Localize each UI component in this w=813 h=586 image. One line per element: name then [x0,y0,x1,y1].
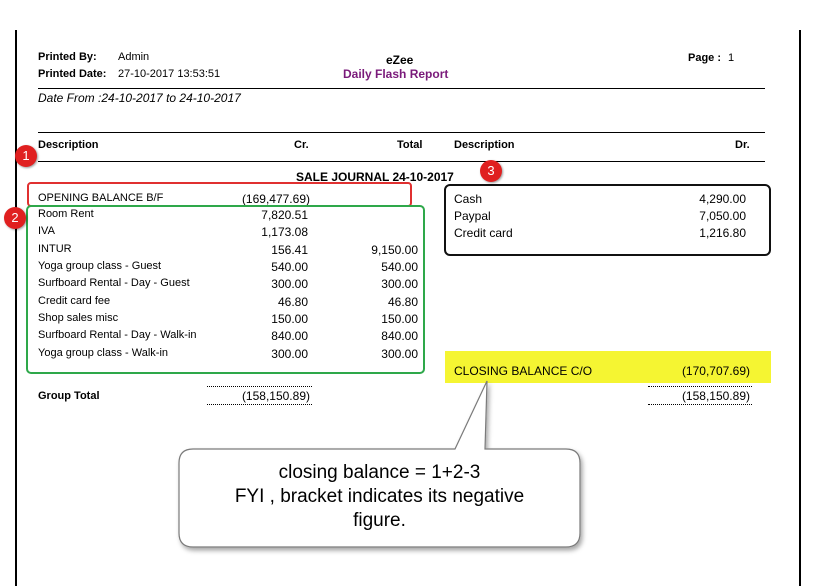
callout-line-1: closing balance = 1+2-3 [278,462,481,483]
callout-line-2: FYI , bracket indicates its negative [234,486,525,507]
callout-line-3: figure. [353,510,406,531]
